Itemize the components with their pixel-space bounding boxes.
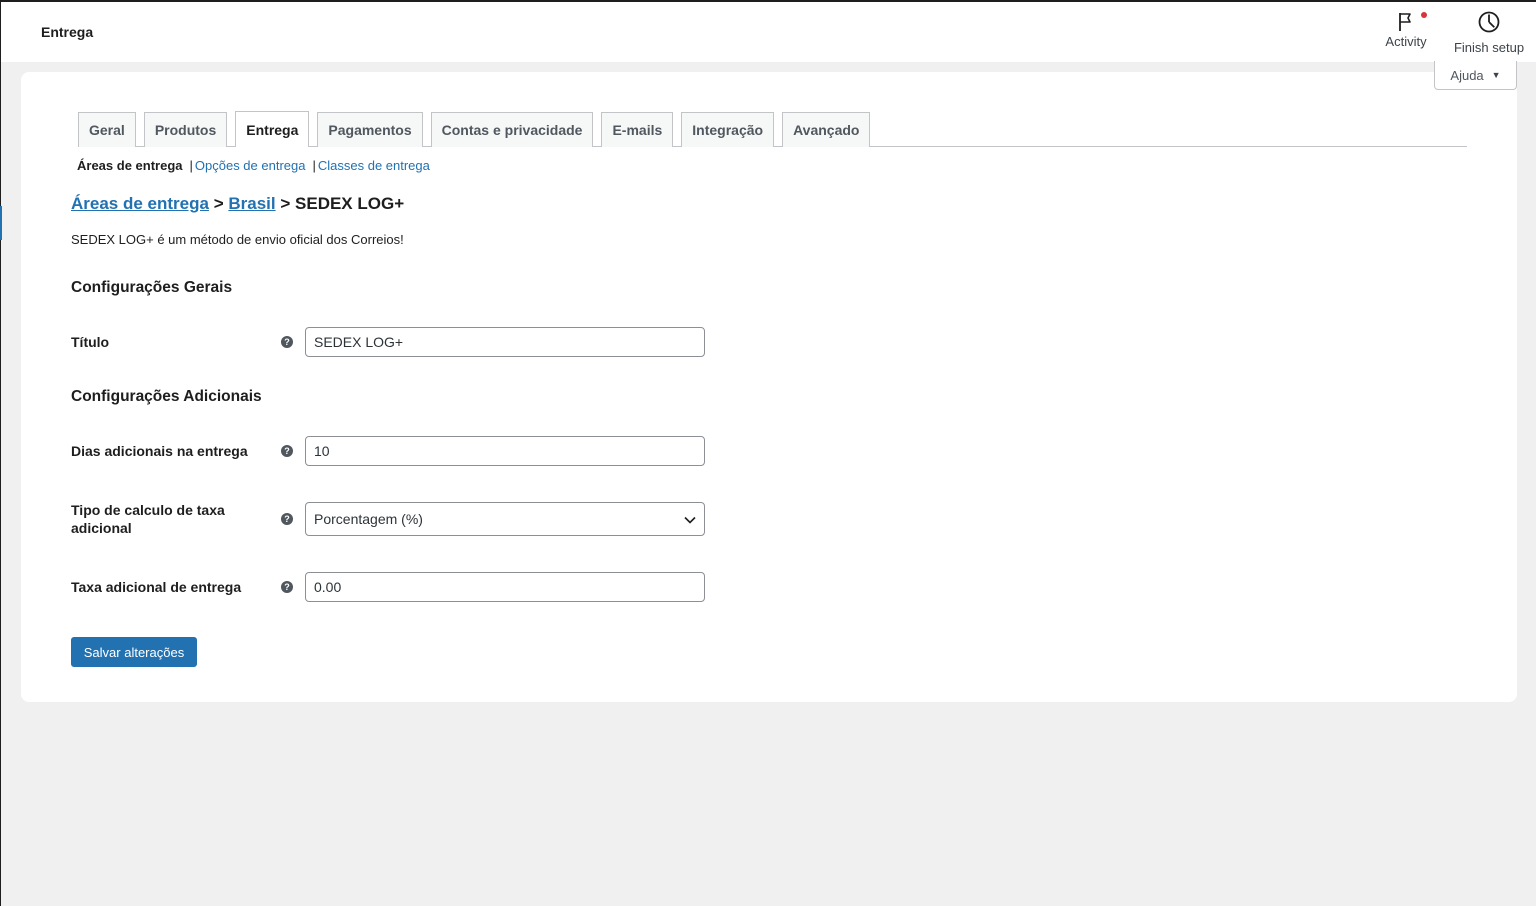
tab-produtos[interactable]: Produtos xyxy=(143,112,228,147)
chevron-down-icon xyxy=(684,511,696,527)
caret-down-icon: ▼ xyxy=(1491,70,1501,80)
breadcrumb-separator: > xyxy=(280,194,291,213)
tab-emails[interactable]: E-mails xyxy=(601,112,674,147)
tab-contas-e-privacidade[interactable]: Contas e privacidade xyxy=(430,112,594,147)
tab-geral[interactable]: Geral xyxy=(78,112,136,147)
tab-pagamentos[interactable]: Pagamentos xyxy=(317,112,423,147)
breadcrumb: Áreas de entrega > Brasil > SEDEX LOG+ xyxy=(71,194,404,214)
help-tooltip-icon[interactable]: ? xyxy=(281,581,293,593)
subnav-current-areas[interactable]: Áreas de entrega xyxy=(74,158,186,173)
tab-integracao[interactable]: Integração xyxy=(681,112,775,147)
subnav-link-opcoes[interactable]: Opções de entrega xyxy=(195,158,306,173)
section-subnav: Áreas de entrega | Opções de entrega | C… xyxy=(74,158,430,173)
tab-entrega[interactable]: Entrega xyxy=(235,111,310,147)
fee-type-field-label: Tipo de calculo de taxa adicional xyxy=(71,502,225,536)
section-title-additional: Configurações Adicionais xyxy=(71,388,262,405)
extra-days-field-label: Dias adicionais na entrega xyxy=(71,443,248,459)
method-description: SEDEX LOG+ é um método de envio oficial … xyxy=(71,232,404,247)
extra-days-input[interactable] xyxy=(305,436,705,466)
help-tooltip-icon[interactable]: ? xyxy=(281,513,293,525)
breadcrumb-zone-link[interactable]: Brasil xyxy=(228,194,275,213)
flag-icon xyxy=(1394,10,1427,34)
fee-type-select[interactable]: Porcentagem (%) xyxy=(305,502,705,536)
breadcrumb-separator: > xyxy=(213,194,224,213)
notification-dot xyxy=(1421,12,1427,18)
tab-avancado[interactable]: Avançado xyxy=(782,112,871,147)
help-label: Ajuda xyxy=(1450,67,1484,83)
breadcrumb-current-method: SEDEX LOG+ xyxy=(295,194,405,213)
window-frame-left xyxy=(0,0,1,906)
page-title: Entrega xyxy=(41,24,94,40)
breadcrumb-zones-link[interactable]: Áreas de entrega xyxy=(71,194,209,213)
finish-setup-label: Finish setup xyxy=(1453,40,1525,55)
subnav-link-classes[interactable]: Classes de entrega xyxy=(318,158,430,173)
settings-card: Geral Produtos Entrega Pagamentos Contas… xyxy=(21,72,1517,702)
fee-type-selected-value: Porcentagem (%) xyxy=(314,511,423,527)
activity-label: Activity xyxy=(1385,34,1427,49)
top-header: Entrega Activity Finish setup xyxy=(1,2,1536,62)
settings-tabs: Geral Produtos Entrega Pagamentos Contas… xyxy=(78,111,1467,147)
section-title-general: Configurações Gerais xyxy=(71,279,233,296)
fee-field-label: Taxa adicional de entrega xyxy=(71,579,242,595)
title-input[interactable] xyxy=(305,327,705,357)
admin-menu-edge-indicator xyxy=(0,206,2,240)
fee-input[interactable] xyxy=(305,572,705,602)
subnav-separator: | xyxy=(189,158,193,173)
activity-button[interactable]: Activity xyxy=(1381,10,1431,49)
save-changes-button[interactable]: Salvar alterações xyxy=(71,637,197,667)
subnav-separator: | xyxy=(312,158,316,173)
help-tab-button[interactable]: Ajuda ▼ xyxy=(1434,61,1517,90)
help-tooltip-icon[interactable]: ? xyxy=(281,445,293,457)
title-field-label: Título xyxy=(71,334,110,350)
progress-circle-icon xyxy=(1477,10,1501,40)
finish-setup-button[interactable]: Finish setup xyxy=(1450,10,1528,55)
help-tooltip-icon[interactable]: ? xyxy=(281,336,293,348)
